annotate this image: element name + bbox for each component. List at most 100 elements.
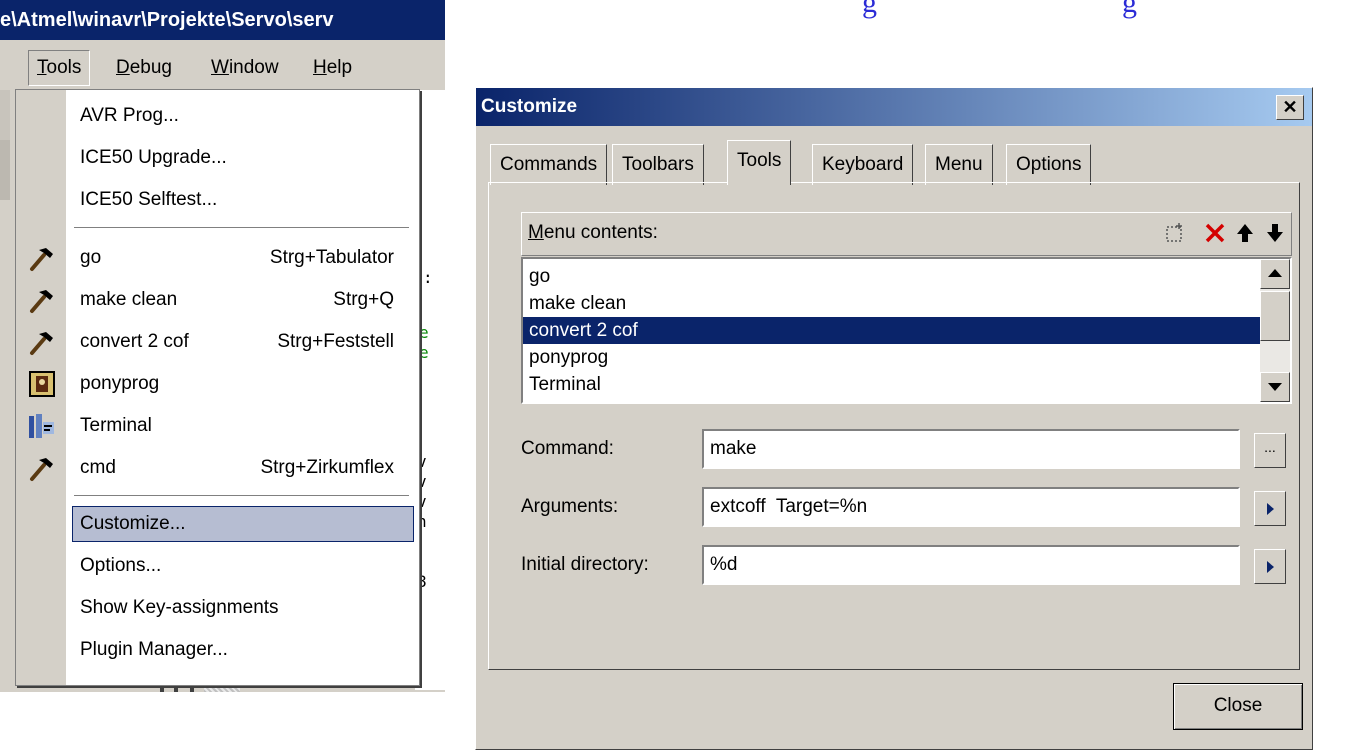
menu-item-shortcut: Strg+Feststell — [277, 331, 394, 352]
arguments-menu-button[interactable] — [1254, 491, 1286, 526]
ponyprog-icon — [28, 370, 56, 398]
command-field[interactable] — [702, 429, 1240, 469]
list-item[interactable]: Terminal — [523, 371, 1264, 398]
move-down-icon[interactable] — [1262, 220, 1288, 246]
menu-item-terminal[interactable]: Terminal — [16, 406, 419, 446]
menu-item-label: Terminal — [80, 415, 152, 436]
menu-item-shortcut: Strg+Zirkumflex — [260, 457, 394, 478]
page-link-fragment[interactable]: g — [862, 0, 877, 20]
initial-directory-menu-button[interactable] — [1254, 549, 1286, 584]
delete-icon[interactable] — [1202, 220, 1228, 246]
page-link-fragment[interactable]: g — [1122, 0, 1137, 20]
terminal-icon — [28, 412, 56, 440]
dialog-title-bar[interactable]: Customize ✕ — [476, 88, 1312, 126]
menu-debug[interactable]: Debug — [108, 50, 180, 86]
menu-tools-mnemonic: T — [37, 57, 47, 78]
arrow-right-icon — [1267, 503, 1274, 515]
menu-window-label: indow — [228, 57, 279, 78]
command-label: Command: — [521, 438, 614, 459]
menu-item-go[interactable]: go Strg+Tabulator — [16, 238, 419, 278]
list-item[interactable]: go — [523, 263, 1264, 290]
hammer-icon — [28, 244, 56, 272]
menu-window[interactable]: Window — [203, 50, 287, 86]
menu-item-label: cmd — [80, 457, 116, 478]
scroll-down-button[interactable] — [1260, 372, 1290, 402]
dialog-title: Customize — [481, 96, 578, 117]
tab-tools[interactable]: Tools — [727, 140, 792, 185]
browse-button-label: ... — [1264, 439, 1276, 455]
arguments-label: Arguments: — [521, 496, 619, 517]
tools-dropdown-menu: AVR Prog... ICE50 Upgrade... ICE50 Selft… — [15, 89, 420, 686]
list-item-selected[interactable]: convert 2 cof — [523, 317, 1264, 344]
menu-item-label: ICE50 Upgrade... — [80, 147, 227, 168]
menu-contents-header: Menu contents: — [521, 212, 1292, 256]
tab-toolbars[interactable]: Toolbars — [612, 144, 704, 185]
menu-debug-mnemonic: D — [116, 57, 130, 78]
menu-item-make-clean[interactable]: make clean Strg+Q — [16, 280, 419, 320]
menu-help[interactable]: Help — [305, 50, 360, 86]
menu-help-label: elp — [326, 57, 353, 78]
menu-item-label: AVR Prog... — [80, 105, 179, 126]
scroll-thumb[interactable] — [1260, 291, 1290, 341]
customize-dialog: Customize ✕ Commands Toolbars Tools Keyb… — [475, 87, 1313, 750]
menu-item-label: Options... — [80, 555, 162, 576]
menu-item-shortcut: Strg+Tabulator — [269, 247, 394, 268]
code-glyph: : — [423, 268, 433, 287]
menu-item-plugin-manager[interactable]: Plugin Manager... — [16, 630, 419, 670]
menu-item-options[interactable]: Options... — [16, 546, 419, 586]
menu-separator — [74, 495, 409, 497]
menu-contents-label: Menu contents: — [528, 222, 658, 243]
dialog-close-icon[interactable]: ✕ — [1276, 95, 1304, 120]
menu-item-customize[interactable]: Customize... — [16, 504, 419, 544]
initial-directory-field[interactable] — [702, 545, 1240, 585]
menu-debug-label: ebug — [129, 57, 173, 78]
menu-tools[interactable]: Tools — [28, 50, 91, 86]
menu-item-ice50-upgrade[interactable]: ICE50 Upgrade... — [16, 138, 419, 178]
list-item[interactable]: make clean — [523, 290, 1264, 317]
menu-item-label: go — [80, 247, 102, 268]
menu-window-mnemonic: W — [211, 57, 229, 78]
menu-item-ice50-selftest[interactable]: ICE50 Selftest... — [16, 180, 419, 220]
menu-item-avr-prog[interactable]: AVR Prog... — [16, 96, 419, 136]
menu-item-label: make clean — [80, 289, 178, 310]
menu-item-label: ICE50 Selftest... — [80, 189, 218, 210]
tab-options[interactable]: Options — [1006, 144, 1092, 185]
arguments-field[interactable] — [702, 487, 1240, 527]
menu-help-mnemonic: H — [313, 57, 327, 78]
scroll-up-icon — [1268, 269, 1282, 277]
menu-item-label: ponyprog — [80, 373, 160, 394]
scroll-down-icon — [1268, 383, 1282, 391]
list-item[interactable]: ponyprog — [523, 344, 1264, 371]
ide-title-bar: e\Atmel\winavr\Projekte\Servo\serv — [0, 0, 445, 40]
hammer-icon — [28, 286, 56, 314]
tab-commands[interactable]: Commands — [490, 144, 608, 185]
arrow-right-icon — [1267, 561, 1274, 573]
code-glyph: e — [419, 323, 429, 342]
tab-menu[interactable]: Menu — [925, 144, 993, 185]
close-button[interactable]: Close — [1173, 683, 1303, 730]
menu-item-shortcut: Strg+Q — [333, 289, 394, 310]
list-scrollbar[interactable] — [1260, 259, 1290, 402]
tab-keyboard[interactable]: Keyboard — [812, 144, 914, 185]
hammer-icon — [28, 328, 56, 356]
toolbar-edge — [0, 140, 10, 200]
browse-button[interactable]: ... — [1254, 433, 1286, 468]
hammer-icon — [28, 454, 56, 482]
menu-item-label: Customize... — [80, 513, 186, 534]
menubar: Tools Debug Window Help — [0, 50, 445, 90]
move-up-icon[interactable] — [1232, 220, 1258, 246]
menu-item-label: convert 2 cof — [80, 331, 189, 352]
menu-separator — [74, 227, 409, 229]
initial-directory-label: Initial directory: — [521, 554, 649, 575]
menu-item-show-key-assignments[interactable]: Show Key-assignments — [16, 588, 419, 628]
menu-item-convert-2-cof[interactable]: convert 2 cof Strg+Feststell — [16, 322, 419, 362]
menu-contents-list[interactable]: go make clean convert 2 cof ponyprog Ter… — [521, 257, 1292, 404]
menu-item-label: Plugin Manager... — [80, 639, 228, 660]
menu-tools-label: ools — [46, 57, 82, 78]
scroll-up-button[interactable] — [1260, 259, 1290, 289]
code-glyph: e — [419, 343, 429, 362]
menu-item-cmd[interactable]: cmd Strg+Zirkumflex — [16, 448, 419, 488]
menu-item-ponyprog[interactable]: ponyprog — [16, 364, 419, 404]
new-item-icon[interactable] — [1162, 220, 1188, 246]
menu-item-label: Show Key-assignments — [80, 597, 279, 618]
